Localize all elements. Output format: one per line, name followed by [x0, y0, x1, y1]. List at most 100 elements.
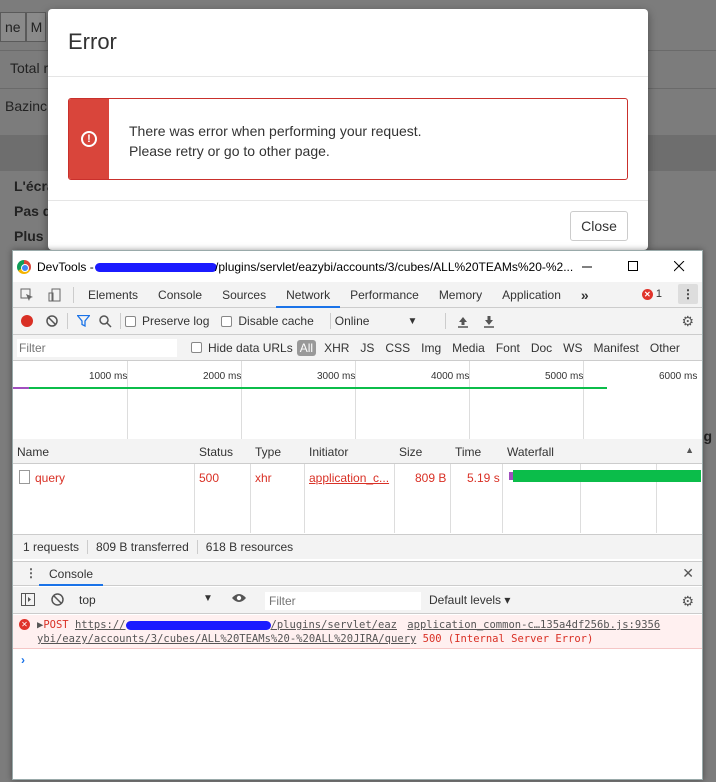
eye-icon — [232, 594, 246, 602]
modal-footer: Close — [48, 200, 648, 250]
clear-button[interactable] — [41, 308, 63, 334]
waterfall-download-bar — [513, 470, 701, 482]
clear-icon — [46, 315, 58, 327]
console-message-line: ▶POST https:///plugins/servlet/eaz appli… — [37, 619, 660, 631]
context-select[interactable]: top — [79, 593, 219, 607]
exclamation-icon: ! — [81, 131, 97, 147]
filter-type-xhr[interactable]: XHR — [321, 340, 352, 356]
upload-icon — [458, 316, 469, 328]
close-button[interactable]: Close — [570, 211, 628, 241]
column-header-waterfall[interactable]: Waterfall — [507, 445, 554, 459]
tab-performance[interactable]: Performance — [340, 282, 429, 308]
maximize-button[interactable] — [610, 251, 656, 282]
error-count-badge[interactable]: ✕ 1 — [641, 288, 662, 300]
filter-type-all[interactable]: All — [296, 339, 317, 356]
filter-type-img[interactable]: Img — [418, 340, 444, 356]
request-url-link[interactable]: https:// /plugins/servlet/eaz — [75, 619, 397, 631]
console-toolbar: top ▼ Default levels ▾ ⚙ — [13, 587, 702, 614]
url-prefix: https:// — [74, 619, 126, 631]
source-link[interactable]: application_common-c…135a4df256b.js:9356 — [407, 619, 660, 631]
customize-menu-button[interactable]: ⋮ — [678, 284, 698, 304]
clear-console-button[interactable] — [51, 593, 64, 609]
window-title-prefix: DevTools - — [37, 259, 98, 274]
console-settings-button[interactable]: ⚙ — [681, 593, 694, 610]
filter-button[interactable] — [72, 308, 94, 334]
redaction-scribble — [95, 262, 218, 272]
network-overview-timeline[interactable]: 1000 ms 2000 ms 3000 ms 4000 ms 5000 ms … — [13, 361, 702, 441]
filter-type-manifest[interactable]: Manifest — [591, 340, 642, 356]
preserve-log-checkbox[interactable] — [125, 315, 136, 327]
filter-type-ws[interactable]: WS — [560, 340, 585, 356]
tab-elements[interactable]: Elements — [78, 282, 148, 308]
tab-sources[interactable]: Sources — [212, 282, 276, 308]
chevron-down-icon: ▼ — [203, 593, 213, 604]
drawer-tab-console[interactable]: Console — [39, 562, 104, 586]
timeline-tick-label: 3000 ms — [317, 371, 356, 382]
network-settings-button[interactable]: ⚙ — [681, 313, 694, 330]
background-fragment: g — [703, 428, 712, 444]
request-initiator-link[interactable]: application_c... — [309, 471, 391, 485]
gear-icon: ⚙ — [681, 313, 694, 329]
filter-type-media[interactable]: Media — [449, 340, 488, 356]
tab-memory[interactable]: Memory — [429, 282, 492, 308]
timeline-tick-label: 2000 ms — [203, 371, 242, 382]
modal-title: Error — [68, 29, 117, 54]
log-levels-select[interactable]: Default levels ▾ — [429, 593, 510, 607]
drawer-menu-button[interactable]: ⋮ — [25, 566, 37, 580]
network-filter-bar: Hide data URLs All XHR JS CSS Img Media … — [13, 335, 702, 361]
record-button[interactable] — [21, 315, 33, 327]
error-icon: ✕ — [641, 288, 653, 300]
column-header-status[interactable]: Status — [199, 445, 233, 459]
gear-icon: ⚙ — [681, 593, 694, 609]
request-url-link[interactable]: ybi/eazy/accounts/3/cubes/ALL%20TEAMs%20… — [37, 633, 416, 645]
tab-console[interactable]: Console — [148, 282, 212, 308]
sort-ascending-icon: ▲ — [685, 445, 694, 455]
show-sidebar-button[interactable] — [21, 593, 35, 609]
divider — [73, 286, 74, 303]
url-path: /plugins/servlet/eaz — [270, 619, 397, 631]
timeline-request-bar — [13, 387, 607, 389]
close-drawer-button[interactable]: ✕ — [682, 565, 694, 582]
hide-data-urls-label: Hide data URLs — [208, 340, 293, 355]
divider — [329, 313, 331, 329]
console-prompt[interactable]: › — [21, 653, 25, 667]
error-alert: ! There was error when performing your r… — [68, 98, 628, 180]
timeline-tick-label: 4000 ms — [431, 371, 470, 382]
column-header-time[interactable]: Time — [455, 445, 481, 459]
background-tab: ne — [0, 12, 26, 42]
filter-type-doc[interactable]: Doc — [528, 340, 555, 356]
column-header-type[interactable]: Type — [255, 445, 281, 459]
alert-message-line: There was error when performing your req… — [129, 123, 422, 139]
filter-type-other[interactable]: Other — [647, 340, 683, 356]
device-toolbar-button[interactable] — [41, 282, 69, 308]
column-header-name[interactable]: Name — [17, 445, 49, 459]
column-header-initiator[interactable]: Initiator — [309, 445, 348, 459]
request-name[interactable]: query — [35, 471, 65, 485]
disable-cache-checkbox[interactable] — [221, 315, 233, 327]
export-har-button[interactable] — [476, 308, 502, 334]
filter-type-font[interactable]: Font — [493, 340, 523, 356]
minimize-button[interactable] — [564, 251, 610, 282]
chrome-logo-icon — [17, 259, 31, 274]
hide-data-urls-checkbox[interactable] — [191, 342, 202, 353]
window-title-suffix: /plugins/servlet/eazybi/accounts/3/cubes… — [215, 259, 574, 274]
throttling-select[interactable]: Online — [335, 314, 370, 328]
filter-type-js[interactable]: JS — [357, 340, 377, 356]
inspect-element-button[interactable] — [13, 282, 41, 308]
search-button[interactable] — [94, 308, 116, 334]
cursor-select-icon — [20, 288, 33, 301]
window-close-button[interactable] — [656, 251, 702, 282]
column-header-size[interactable]: Size — [399, 445, 422, 459]
more-tabs-button[interactable]: » — [571, 282, 599, 308]
network-filter-input[interactable] — [17, 338, 177, 357]
tab-network[interactable]: Network — [276, 282, 341, 308]
funnel-icon — [76, 315, 90, 327]
request-method: POST — [43, 619, 69, 631]
preserve-log-label: Preserve log — [142, 314, 210, 328]
filter-type-css[interactable]: CSS — [382, 340, 413, 356]
tab-application[interactable]: Application — [492, 282, 571, 308]
console-filter-input[interactable] — [265, 592, 421, 610]
import-har-button[interactable] — [450, 308, 476, 334]
timeline-tick-label: 6000 ms — [659, 371, 698, 382]
live-expression-button[interactable] — [231, 592, 247, 607]
